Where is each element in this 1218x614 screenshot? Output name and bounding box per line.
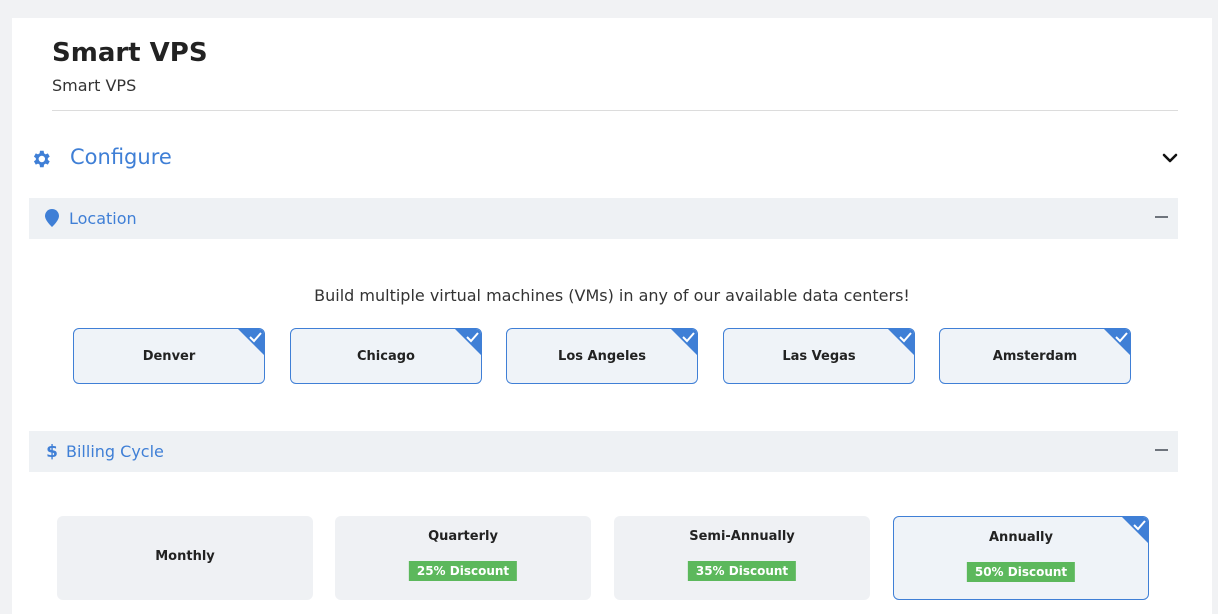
- location-option-label: Chicago: [357, 349, 415, 364]
- check-icon: [1122, 517, 1148, 543]
- billing-option-monthly[interactable]: Monthly: [57, 516, 313, 600]
- location-section-label: Location: [69, 209, 137, 228]
- discount-badge: 50% Discount: [966, 562, 1076, 582]
- location-option-amsterdam[interactable]: Amsterdam: [939, 328, 1131, 384]
- location-section-header[interactable]: Location: [29, 198, 1178, 239]
- billing-cycle-section-label: Billing Cycle: [66, 442, 164, 461]
- billing-option-quarterly[interactable]: Quarterly 25% Discount: [335, 516, 591, 600]
- configure-header[interactable]: Configure: [30, 144, 1180, 178]
- check-icon: [238, 329, 264, 355]
- minus-icon[interactable]: [1155, 449, 1168, 451]
- location-option-label: Las Vegas: [782, 349, 856, 364]
- product-title: Smart VPS: [52, 38, 208, 68]
- location-option-label: Amsterdam: [992, 349, 1078, 364]
- dollar-icon: $: [46, 442, 58, 460]
- check-icon: [455, 329, 481, 355]
- billing-option-label: Annually: [989, 530, 1053, 545]
- billing-cycle-section-header[interactable]: $ Billing Cycle: [29, 431, 1178, 472]
- location-option-label: Denver: [142, 349, 196, 364]
- check-icon: [888, 329, 914, 355]
- billing-option-label: Semi-Annually: [689, 529, 795, 544]
- minus-icon[interactable]: [1155, 216, 1168, 218]
- billing-option-label: Quarterly: [428, 529, 498, 544]
- map-pin-icon: [45, 209, 59, 227]
- configure-title: Configure: [70, 145, 172, 169]
- discount-badge: 35% Discount: [687, 561, 797, 581]
- check-icon: [671, 329, 697, 355]
- svg-text:$: $: [46, 442, 58, 460]
- product-config-panel: Smart VPS Smart VPS Configure Location B…: [12, 18, 1212, 614]
- location-option-los-angeles[interactable]: Los Angeles: [506, 328, 698, 384]
- header-divider: [52, 110, 1178, 111]
- check-icon: [1104, 329, 1130, 355]
- location-description: Build multiple virtual machines (VMs) in…: [314, 286, 910, 305]
- billing-option-semi-annually[interactable]: Semi-Annually 35% Discount: [614, 516, 870, 600]
- location-option-chicago[interactable]: Chicago: [290, 328, 482, 384]
- discount-badge: 25% Discount: [408, 561, 518, 581]
- location-option-las-vegas[interactable]: Las Vegas: [723, 328, 915, 384]
- gear-icon: [33, 150, 50, 168]
- product-subtitle: Smart VPS: [52, 76, 137, 95]
- billing-option-annually[interactable]: Annually 50% Discount: [893, 516, 1149, 600]
- chevron-down-icon[interactable]: [1162, 150, 1178, 166]
- location-option-label: Los Angeles: [558, 349, 646, 364]
- billing-option-label: Monthly: [155, 549, 215, 564]
- location-option-denver[interactable]: Denver: [73, 328, 265, 384]
